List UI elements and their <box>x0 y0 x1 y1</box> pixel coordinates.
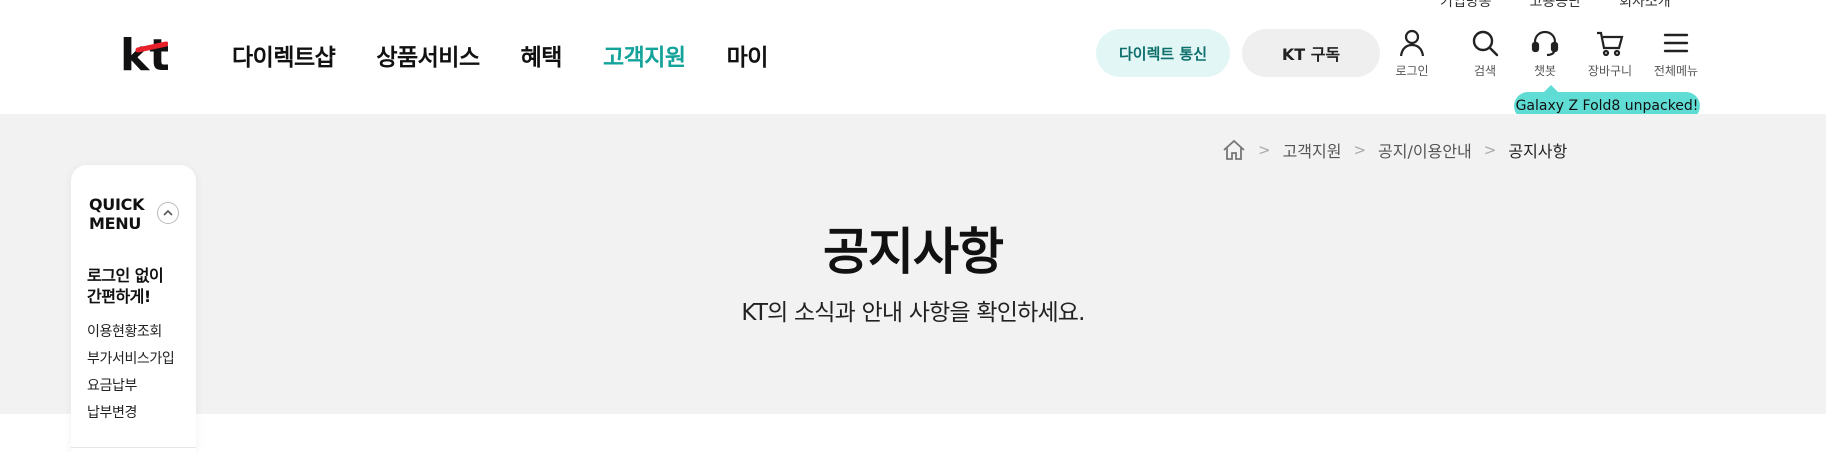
page-title: 공지사항 <box>823 223 1004 281</box>
breadcrumb-notice-guide[interactable]: 공지/이용안내 <box>1378 138 1472 162</box>
breadcrumb-separator: > <box>1258 141 1271 159</box>
nav-my[interactable]: 마이 <box>727 38 769 72</box>
main-nav: 다이렉트샵 상품서비스 혜택 고객지원 마이 <box>232 38 809 72</box>
quick-menu-title-line2: MENU <box>89 214 142 233</box>
nav-products[interactable]: 상품서비스 <box>376 38 480 72</box>
all-menu-button[interactable]: 전체메뉴 <box>1644 28 1708 79</box>
quick-menu-heading-line1: 로그인 없이 <box>87 266 164 285</box>
quick-menu-heading: 로그인 없이 간편하게! <box>87 265 164 307</box>
kt-subscribe-button[interactable]: KT 구독 <box>1242 29 1380 77</box>
breadcrumb-separator: > <box>1353 141 1367 159</box>
svg-text:kt: kt <box>120 30 168 76</box>
home-icon[interactable] <box>1222 139 1246 161</box>
quick-menu-payment[interactable]: 요금납부 <box>87 373 174 400</box>
quick-menu-title-line1: QUICK <box>89 195 145 214</box>
all-menu-label: 전체메뉴 <box>1653 64 1699 78</box>
quick-menu: QUICK MENU 로그인 없이 간편하게! 이용현황조회 부가서비스가입 요… <box>71 165 196 452</box>
direct-telecom-button[interactable]: 다이렉트 통신 <box>1096 29 1230 77</box>
top-link-business[interactable]: 기업방송 <box>1440 0 1492 11</box>
nav-support[interactable]: 고객지원 <box>603 38 686 72</box>
nav-direct-shop[interactable]: 다이렉트샵 <box>232 38 336 72</box>
breadcrumb-current: 공지사항 <box>1508 142 1568 161</box>
top-link-employment[interactable]: 고용공단 <box>1530 0 1582 11</box>
quick-menu-heading-line2: 간편하게! <box>87 287 151 306</box>
top-link-company[interactable]: 회사소개 <box>1619 0 1671 11</box>
quick-menu-list: 이용현황조회 부가서비스가입 요금납부 납부변경 <box>87 319 175 427</box>
search-icon <box>1472 30 1499 57</box>
nav-benefits[interactable]: 혜택 <box>521 38 563 72</box>
quick-menu-payment-change[interactable]: 납부변경 <box>87 400 174 427</box>
menu-icon <box>1663 33 1689 53</box>
breadcrumb-support[interactable]: 고객지원 <box>1283 138 1342 162</box>
login-button[interactable]: 로그인 <box>1380 28 1444 79</box>
top-util-links: 기업방송 고용공단 회사소개 <box>1440 0 1671 11</box>
quick-menu-title: QUICK MENU <box>89 195 145 233</box>
login-label: 로그인 <box>1395 64 1429 78</box>
breadcrumb-separator: > <box>1483 141 1497 159</box>
search-label: 검색 <box>1473 64 1497 78</box>
quick-menu-usage[interactable]: 이용현황조회 <box>87 319 174 346</box>
quick-menu-addon[interactable]: 부가서비스가입 <box>87 346 175 373</box>
kt-logo[interactable]: kt <box>118 30 168 76</box>
quick-menu-divider <box>71 447 196 448</box>
breadcrumb: > 고객지원 > 공지/이용안내 > 공지사항 <box>1222 138 1567 162</box>
cart-icon <box>1597 31 1624 57</box>
quick-menu-collapse-button[interactable] <box>157 202 179 224</box>
chatbot-label: 챗봇 <box>1533 64 1557 78</box>
search-button[interactable]: 검색 <box>1453 28 1517 79</box>
page-subtitle: KT의 소식과 안내 사항을 확인하세요. <box>741 300 1085 326</box>
chevron-up-icon <box>163 209 173 216</box>
user-icon <box>1399 29 1425 57</box>
cart-label: 장바구니 <box>1587 64 1633 78</box>
cart-button[interactable]: 장바구니 <box>1578 28 1642 79</box>
chatbot-button[interactable]: 챗봇 <box>1513 28 1577 79</box>
headset-icon <box>1531 30 1559 57</box>
site-header: kt 다이렉트샵 상품서비스 혜택 고객지원 마이 기업방송 고용공단 회사소개… <box>0 0 1826 120</box>
